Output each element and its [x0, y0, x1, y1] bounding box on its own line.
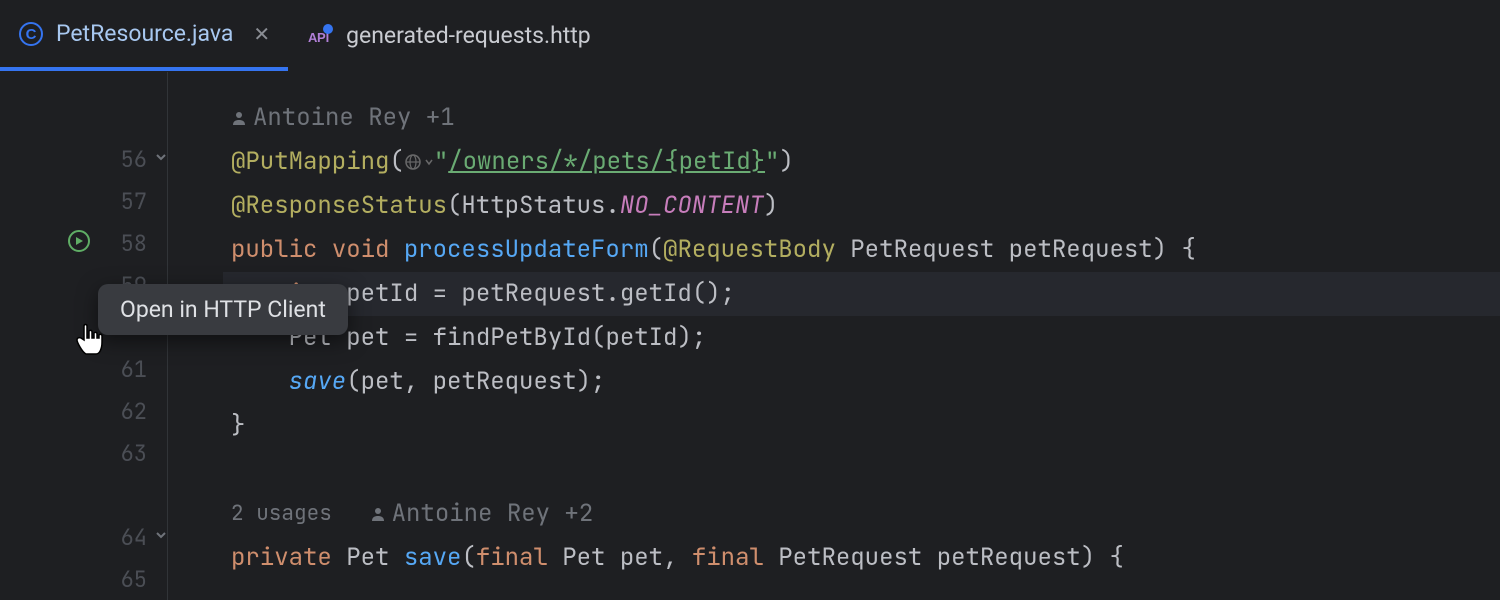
line-number: 58 [115, 229, 147, 258]
tabs-bar: C PetResource.java ✕ A PI generated-requ… [0, 0, 1500, 72]
cursor-hand-icon [74, 322, 106, 362]
run-gutter-icon[interactable] [68, 230, 90, 256]
line-number: 57 [115, 187, 147, 216]
globe-url-icon[interactable] [404, 153, 434, 171]
inlay-spacer [0, 96, 167, 138]
gutter-line[interactable]: 56 [0, 138, 167, 180]
gutter-line[interactable]: 58 [0, 222, 167, 264]
class-icon: C [18, 21, 44, 47]
api-icon: A PI [306, 22, 334, 50]
code-line-60[interactable]: Pet pet = findPetById(petId); [223, 316, 1500, 360]
tab-generated-requests[interactable]: A PI generated-requests.http [288, 0, 609, 71]
tab-petresource[interactable]: C PetResource.java ✕ [0, 0, 288, 71]
chevron-down-icon [424, 157, 434, 167]
editor-area: 56 57 58 59 60 61 62 63 [0, 72, 1500, 600]
inlay-usages-line[interactable]: 2 usages Antoine Rey +2 [223, 492, 1500, 536]
code-line-61[interactable]: save(pet, petRequest); [223, 360, 1500, 404]
line-number: 62 [115, 397, 147, 426]
gutter-line[interactable]: 62 [0, 390, 167, 432]
fold-chevron-icon[interactable] [153, 149, 169, 169]
gutter-line[interactable]: 63 [0, 432, 167, 474]
line-number: 63 [115, 439, 147, 468]
gutter-line[interactable]: 57 [0, 180, 167, 222]
code-line-63[interactable] [223, 448, 1500, 492]
gutter-line[interactable]: 64 [0, 516, 167, 558]
tooltip-open-http-client[interactable]: Open in HTTP Client [98, 284, 348, 335]
code-line-57[interactable]: @ResponseStatus(HttpStatus.NO_CONTENT) [223, 184, 1500, 228]
close-icon[interactable]: ✕ [245, 22, 270, 46]
tab-label: generated-requests.http [346, 22, 591, 49]
usages-inlay[interactable]: 2 usages [231, 492, 332, 536]
inlay-author-line[interactable]: Antoine Rey +1 [223, 96, 1500, 140]
line-number: 61 [115, 355, 147, 384]
code-area[interactable]: Antoine Rey +1 @PutMapping("/owners/*/pe… [223, 72, 1500, 600]
code-line-64[interactable]: private Pet save(final Pet pet, final Pe… [223, 536, 1500, 580]
gutter-icons [168, 72, 223, 600]
tab-label: PetResource.java [56, 20, 233, 47]
person-icon [370, 506, 386, 522]
line-number: 65 [115, 565, 147, 594]
line-number: 64 [115, 523, 147, 552]
gutter-line[interactable]: 65 [0, 558, 167, 600]
code-line-58[interactable]: public void processUpdateForm(@RequestBo… [223, 228, 1500, 272]
code-line-62[interactable]: } [223, 404, 1500, 448]
svg-text:C: C [26, 26, 37, 43]
person-icon [231, 110, 247, 126]
line-number: 56 [115, 145, 147, 174]
code-line-56[interactable]: @PutMapping("/owners/*/pets/{petId}") [223, 140, 1500, 184]
code-line-59[interactable]: int petId = petRequest.getId(); [223, 272, 1500, 316]
author-inlay[interactable]: Antoine Rey +2 [370, 492, 594, 536]
fold-chevron-icon[interactable] [153, 527, 169, 547]
author-inlay[interactable]: Antoine Rey +1 [231, 96, 455, 140]
inlay-spacer [0, 474, 167, 516]
